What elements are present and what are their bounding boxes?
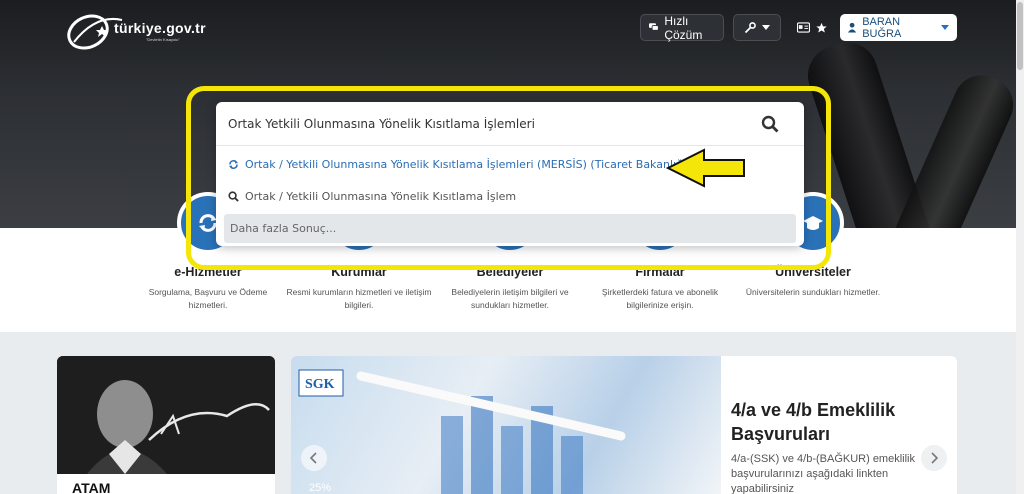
category-desc: Resmi kurumların hizmetleri ve iletişim …	[286, 287, 432, 310]
category-title: Belediyeler	[476, 265, 544, 279]
svg-text:SGK: SGK	[305, 377, 335, 392]
sgk-logo: SGK 25%	[298, 369, 626, 494]
logo-text[interactable]: türkiye.gov.tr	[114, 20, 206, 36]
graduation-cap-icon	[803, 216, 823, 230]
user-menu-button[interactable]: BARAN BUĞRA	[840, 14, 957, 41]
category-title: Firmalar	[635, 265, 685, 279]
chevron-right-icon	[931, 452, 939, 464]
category-desc: Şirketlerdeki fatura ve abonelik bilgile…	[601, 287, 719, 310]
user-icon	[848, 22, 857, 33]
banner-next-button[interactable]	[921, 445, 947, 471]
chevron-down-icon	[762, 25, 770, 30]
quick-solution-label: Hızlı Çözüm	[664, 13, 703, 42]
category-title: e-Hizmetler	[174, 265, 242, 279]
suggestion-item-search[interactable]: Ortak / Yetkili Olunmasına Yönelik Kısıt…	[228, 190, 516, 203]
banner-title: 4/a ve 4/b Emeklilik Başvuruları	[731, 400, 896, 444]
category-desc: Sorgulama, Başvuru ve Ödeme hizmetleri.	[148, 287, 268, 310]
page-scrollbar[interactable]	[1016, 0, 1024, 494]
category-desc: Belediyelerin iletişim bilgileri ve sund…	[451, 287, 569, 310]
chevron-left-icon	[309, 452, 317, 464]
scrollbar-thumb[interactable]	[1017, 2, 1023, 70]
news-banner[interactable]: SGK 25% 4/a ve 4/b Emeklilik Başvuruları…	[291, 356, 957, 494]
suggestion-item-service[interactable]: Ortak / Yetkili Olunmasına Yönelik Kısıt…	[228, 158, 690, 171]
banner-desc: 4/a-(SSK) ve 4/b-(BAĞKUR) emeklilik başv…	[731, 453, 915, 494]
atam-label: ATAM	[72, 480, 111, 494]
banner-image: SGK 25%	[291, 356, 721, 494]
mourning-ribbon-tail	[885, 66, 1023, 228]
search-icon	[761, 115, 779, 133]
category-title: Üniversiteler	[775, 265, 851, 279]
divider	[216, 145, 804, 146]
annotation-arrow-icon	[666, 148, 745, 188]
logo-tagline: "Devletin Kısayolu"	[146, 37, 180, 42]
category-desc: Üniversitelerin sundukları hizmetler.	[745, 287, 881, 297]
star-icon[interactable]	[816, 22, 827, 34]
id-card-star-group	[789, 14, 835, 41]
banner-prev-button[interactable]	[301, 445, 327, 471]
search-input[interactable]	[228, 110, 768, 138]
svg-text:25%: 25%	[309, 482, 331, 494]
ataturk-portrait	[57, 356, 275, 474]
chat-icon	[649, 23, 659, 31]
user-name: BARAN BUĞRA	[862, 15, 902, 40]
refresh-icon	[229, 160, 238, 169]
key-icon	[744, 21, 756, 33]
more-results-button[interactable]: Daha fazla Sonuç...	[224, 214, 796, 243]
id-card-icon[interactable]	[797, 22, 810, 33]
category-title: Kurumlar	[331, 265, 387, 279]
chevron-down-icon	[941, 25, 949, 30]
quick-solution-button[interactable]: Hızlı Çözüm	[640, 13, 724, 42]
search-icon	[228, 191, 239, 202]
suggestion-label: Ortak / Yetkili Olunmasına Yönelik Kısıt…	[245, 190, 517, 203]
accessibility-menu-button[interactable]	[733, 14, 781, 41]
suggestion-label: Ortak / Yetkili Olunmasına Yönelik Kısıt…	[245, 158, 691, 171]
atam-card[interactable]: ATAM	[57, 356, 275, 494]
search-button[interactable]	[756, 110, 784, 138]
